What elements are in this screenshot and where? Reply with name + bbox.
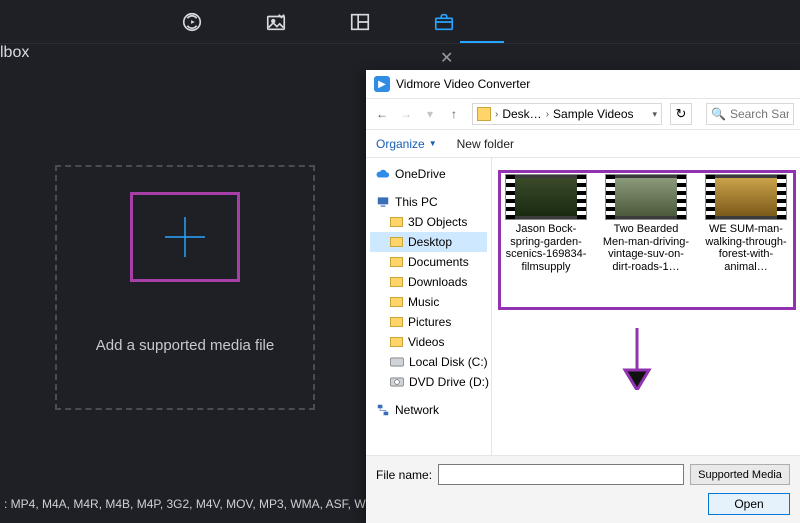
open-button[interactable]: Open	[708, 493, 790, 515]
annotation-arrow-icon	[617, 328, 657, 390]
nav-recent-button[interactable]: ▾	[420, 104, 440, 124]
folder-icon	[390, 317, 403, 327]
drop-area[interactable]: Add a supported media file	[55, 165, 315, 410]
tree-desktop[interactable]: Desktop	[370, 232, 487, 252]
search-box[interactable]: 🔍	[706, 103, 794, 125]
toolbox-icon[interactable]	[432, 10, 456, 34]
folder-icon	[390, 337, 403, 347]
tree-music[interactable]: Music	[370, 292, 487, 312]
crumb-b[interactable]: Sample Videos	[553, 107, 634, 121]
breadcrumb[interactable]: › Desk… › Sample Videos ▾	[472, 103, 662, 125]
folder-icon	[390, 257, 403, 267]
search-input[interactable]	[730, 107, 789, 121]
close-icon[interactable]: ✕	[440, 48, 453, 68]
dialog-toolbar: Organize▼ New folder	[366, 130, 800, 158]
tree-pictures[interactable]: Pictures	[370, 312, 487, 332]
filetype-filter[interactable]: Supported Media	[690, 464, 790, 485]
tree-downloads[interactable]: Downloads	[370, 272, 487, 292]
tree-dvddrive[interactable]: DVD Drive (D:) P	[370, 372, 487, 392]
filename-label: File name:	[376, 468, 432, 482]
dialog-titlebar: ▶ Vidmore Video Converter	[366, 70, 800, 98]
drive-icon	[390, 355, 404, 369]
cloud-icon	[376, 167, 390, 181]
tab-underline	[460, 41, 504, 43]
dialog-nav: ← → ▾ ↑ › Desk… › Sample Videos ▾ ↻ 🔍	[366, 98, 800, 130]
nav-forward-button[interactable]: →	[396, 104, 416, 124]
folder-icon	[390, 237, 403, 247]
chevron-down-icon[interactable]: ▾	[652, 109, 657, 120]
pc-icon	[376, 195, 390, 209]
tree-localdisk[interactable]: Local Disk (C:)	[370, 352, 487, 372]
image-icon[interactable]	[264, 10, 288, 34]
top-nav	[0, 0, 800, 44]
nav-up-button[interactable]: ↑	[444, 104, 464, 124]
drop-text: Add a supported media file	[96, 337, 274, 354]
video-thumbnail	[705, 174, 787, 220]
tree-thispc[interactable]: This PC	[370, 192, 487, 212]
add-media-box[interactable]	[130, 192, 240, 282]
active-tab-label: lbox	[0, 44, 800, 62]
tree-documents[interactable]: Documents	[370, 252, 487, 272]
folder-icon	[390, 217, 403, 227]
search-icon: 🔍	[711, 107, 726, 121]
nav-tree: OneDrive This PC 3D Objects Desktop Docu…	[366, 158, 492, 455]
folder-icon	[390, 297, 403, 307]
dialog-body: OneDrive This PC 3D Objects Desktop Docu…	[366, 158, 800, 455]
video-thumbnail	[505, 174, 587, 220]
file-pane[interactable]: Jason Bock-spring-garden-scenics-169834-…	[492, 158, 800, 455]
network-icon	[376, 403, 390, 417]
file-open-dialog: ▶ Vidmore Video Converter ← → ▾ ↑ › Desk…	[366, 70, 800, 523]
dialog-footer: File name: Supported Media Open	[366, 455, 800, 523]
folder-icon	[477, 107, 491, 121]
tree-onedrive[interactable]: OneDrive	[370, 164, 487, 184]
refresh-button[interactable]: ↻	[670, 103, 692, 125]
filename-input[interactable]	[438, 464, 684, 485]
convert-icon[interactable]	[180, 10, 204, 34]
supported-formats: : MP4, M4A, M4R, M4B, M4P, 3G2, M4V, MOV…	[0, 489, 390, 519]
disc-icon	[390, 375, 404, 389]
folder-icon	[390, 277, 403, 287]
layout-icon[interactable]	[348, 10, 372, 34]
app-logo-icon: ▶	[374, 76, 390, 92]
nav-back-button[interactable]: ←	[372, 104, 392, 124]
dialog-title: Vidmore Video Converter	[396, 77, 530, 91]
organize-button[interactable]: Organize▼	[376, 137, 437, 151]
tree-3dobjects[interactable]: 3D Objects	[370, 212, 487, 232]
tree-videos[interactable]: Videos	[370, 332, 487, 352]
newfolder-button[interactable]: New folder	[457, 137, 514, 151]
video-thumbnail	[605, 174, 687, 220]
tree-network[interactable]: Network	[370, 400, 487, 420]
crumb-a[interactable]: Desk…	[502, 107, 541, 121]
